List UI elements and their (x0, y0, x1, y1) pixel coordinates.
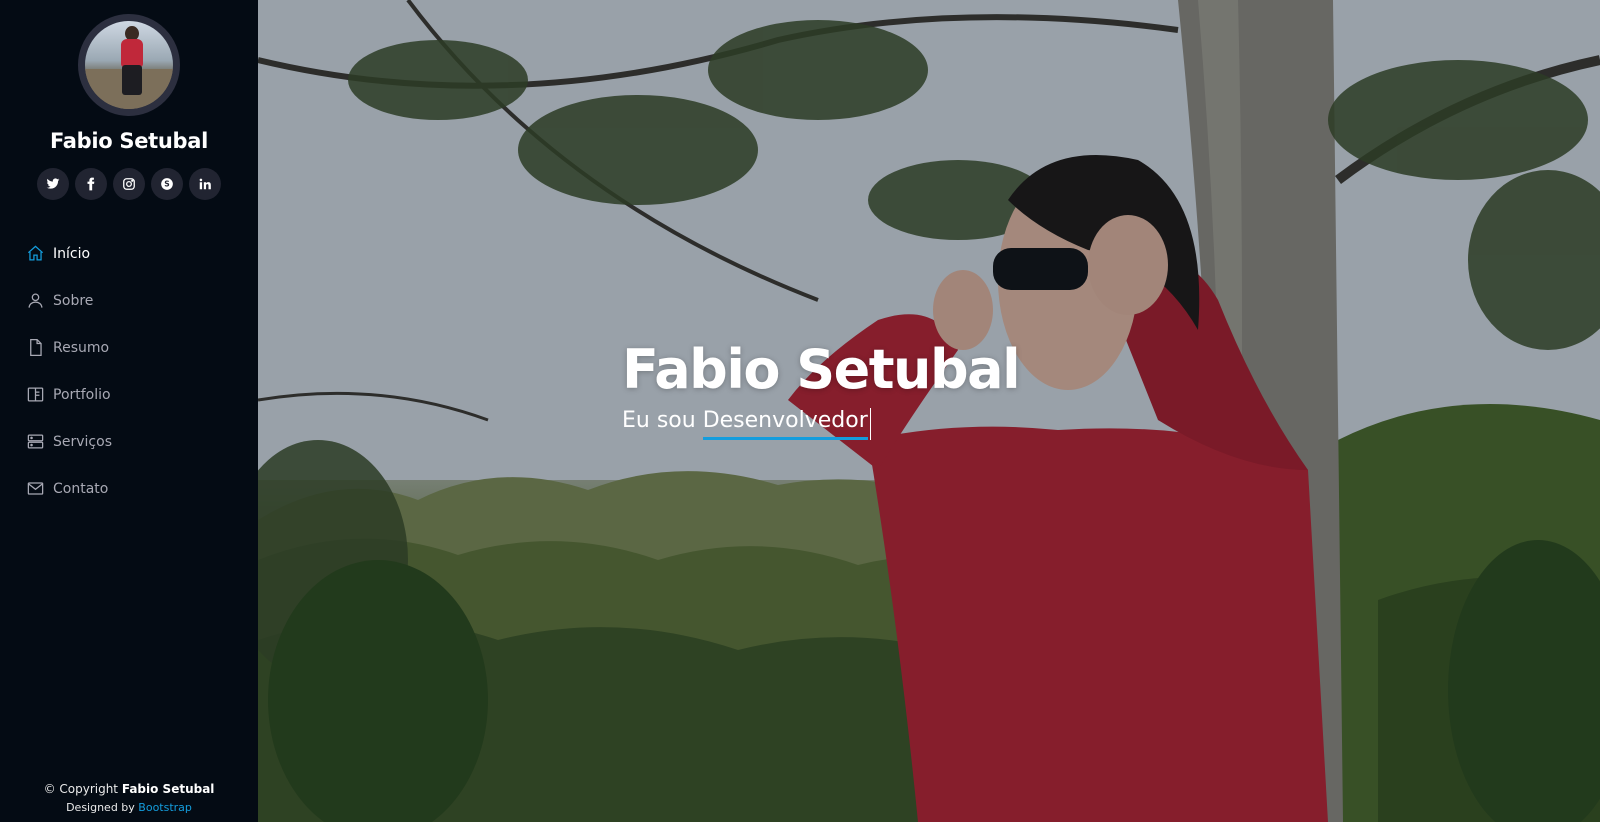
avatar (78, 14, 180, 116)
file-icon (30, 338, 42, 357)
nav-item-sobre[interactable]: Sobre (0, 277, 258, 324)
nav-item-resumo[interactable]: Resumo (0, 324, 258, 371)
nav-label-sobre: Sobre (53, 292, 94, 309)
nav-item-inicio[interactable]: Início (0, 230, 258, 277)
nav-item-servicos[interactable]: Serviços (0, 418, 258, 465)
designed-by-label: Designed by (66, 801, 135, 814)
hero-subtitle-prefix: Eu sou (622, 408, 696, 433)
copyright-name: Fabio Setubal (121, 782, 215, 796)
svg-text:S: S (164, 180, 169, 189)
facebook-icon (87, 177, 95, 191)
nav-label-contato: Contato (53, 480, 109, 497)
instagram-link[interactable] (113, 168, 145, 200)
linkedin-icon (199, 178, 211, 190)
sidebar: Fabio Setubal S Início Sobre Resumo Port… (0, 0, 258, 822)
nav-label-servicos: Serviços (53, 433, 112, 450)
profile-name[interactable]: Fabio Setubal (0, 129, 258, 153)
nav-label-inicio: Início (53, 245, 91, 262)
hero-overlay (258, 0, 1600, 822)
copyright-prefix: © Copyright (43, 782, 119, 796)
copyright: © Copyright Fabio Setubal (0, 782, 258, 796)
nav-menu: Início Sobre Resumo Portfolio Serviços C… (0, 230, 258, 512)
person-icon (28, 293, 43, 308)
nav-item-contato[interactable]: Contato (0, 465, 258, 512)
facebook-link[interactable] (75, 168, 107, 200)
envelope-icon (27, 482, 44, 495)
social-links: S (0, 168, 258, 200)
layout-icon (27, 387, 44, 402)
bootstrap-link[interactable]: Bootstrap (138, 801, 192, 814)
hero-subtitle: Eu sou Desenvolvedor (622, 408, 871, 440)
instagram-icon (123, 178, 135, 190)
house-icon (27, 245, 44, 261)
footer: © Copyright Fabio Setubal Designed by Bo… (0, 782, 258, 822)
hero-section: Fabio Setubal Eu sou Desenvolvedor (258, 0, 1600, 822)
skype-link[interactable]: S (151, 168, 183, 200)
nav-label-portfolio: Portfolio (53, 386, 111, 403)
nav-label-resumo: Resumo (53, 339, 110, 356)
hero-title: Fabio Setubal (622, 338, 1021, 401)
hero-typed-word: Desenvolvedor (702, 408, 868, 440)
credits: Designed by Bootstrap (0, 801, 258, 814)
twitter-icon (46, 178, 60, 189)
nav-item-portfolio[interactable]: Portfolio (0, 371, 258, 418)
twitter-link[interactable] (37, 168, 69, 200)
skype-icon: S (161, 178, 173, 190)
linkedin-link[interactable] (189, 168, 221, 200)
profile: Fabio Setubal S (0, 0, 258, 200)
server-icon (27, 434, 44, 449)
